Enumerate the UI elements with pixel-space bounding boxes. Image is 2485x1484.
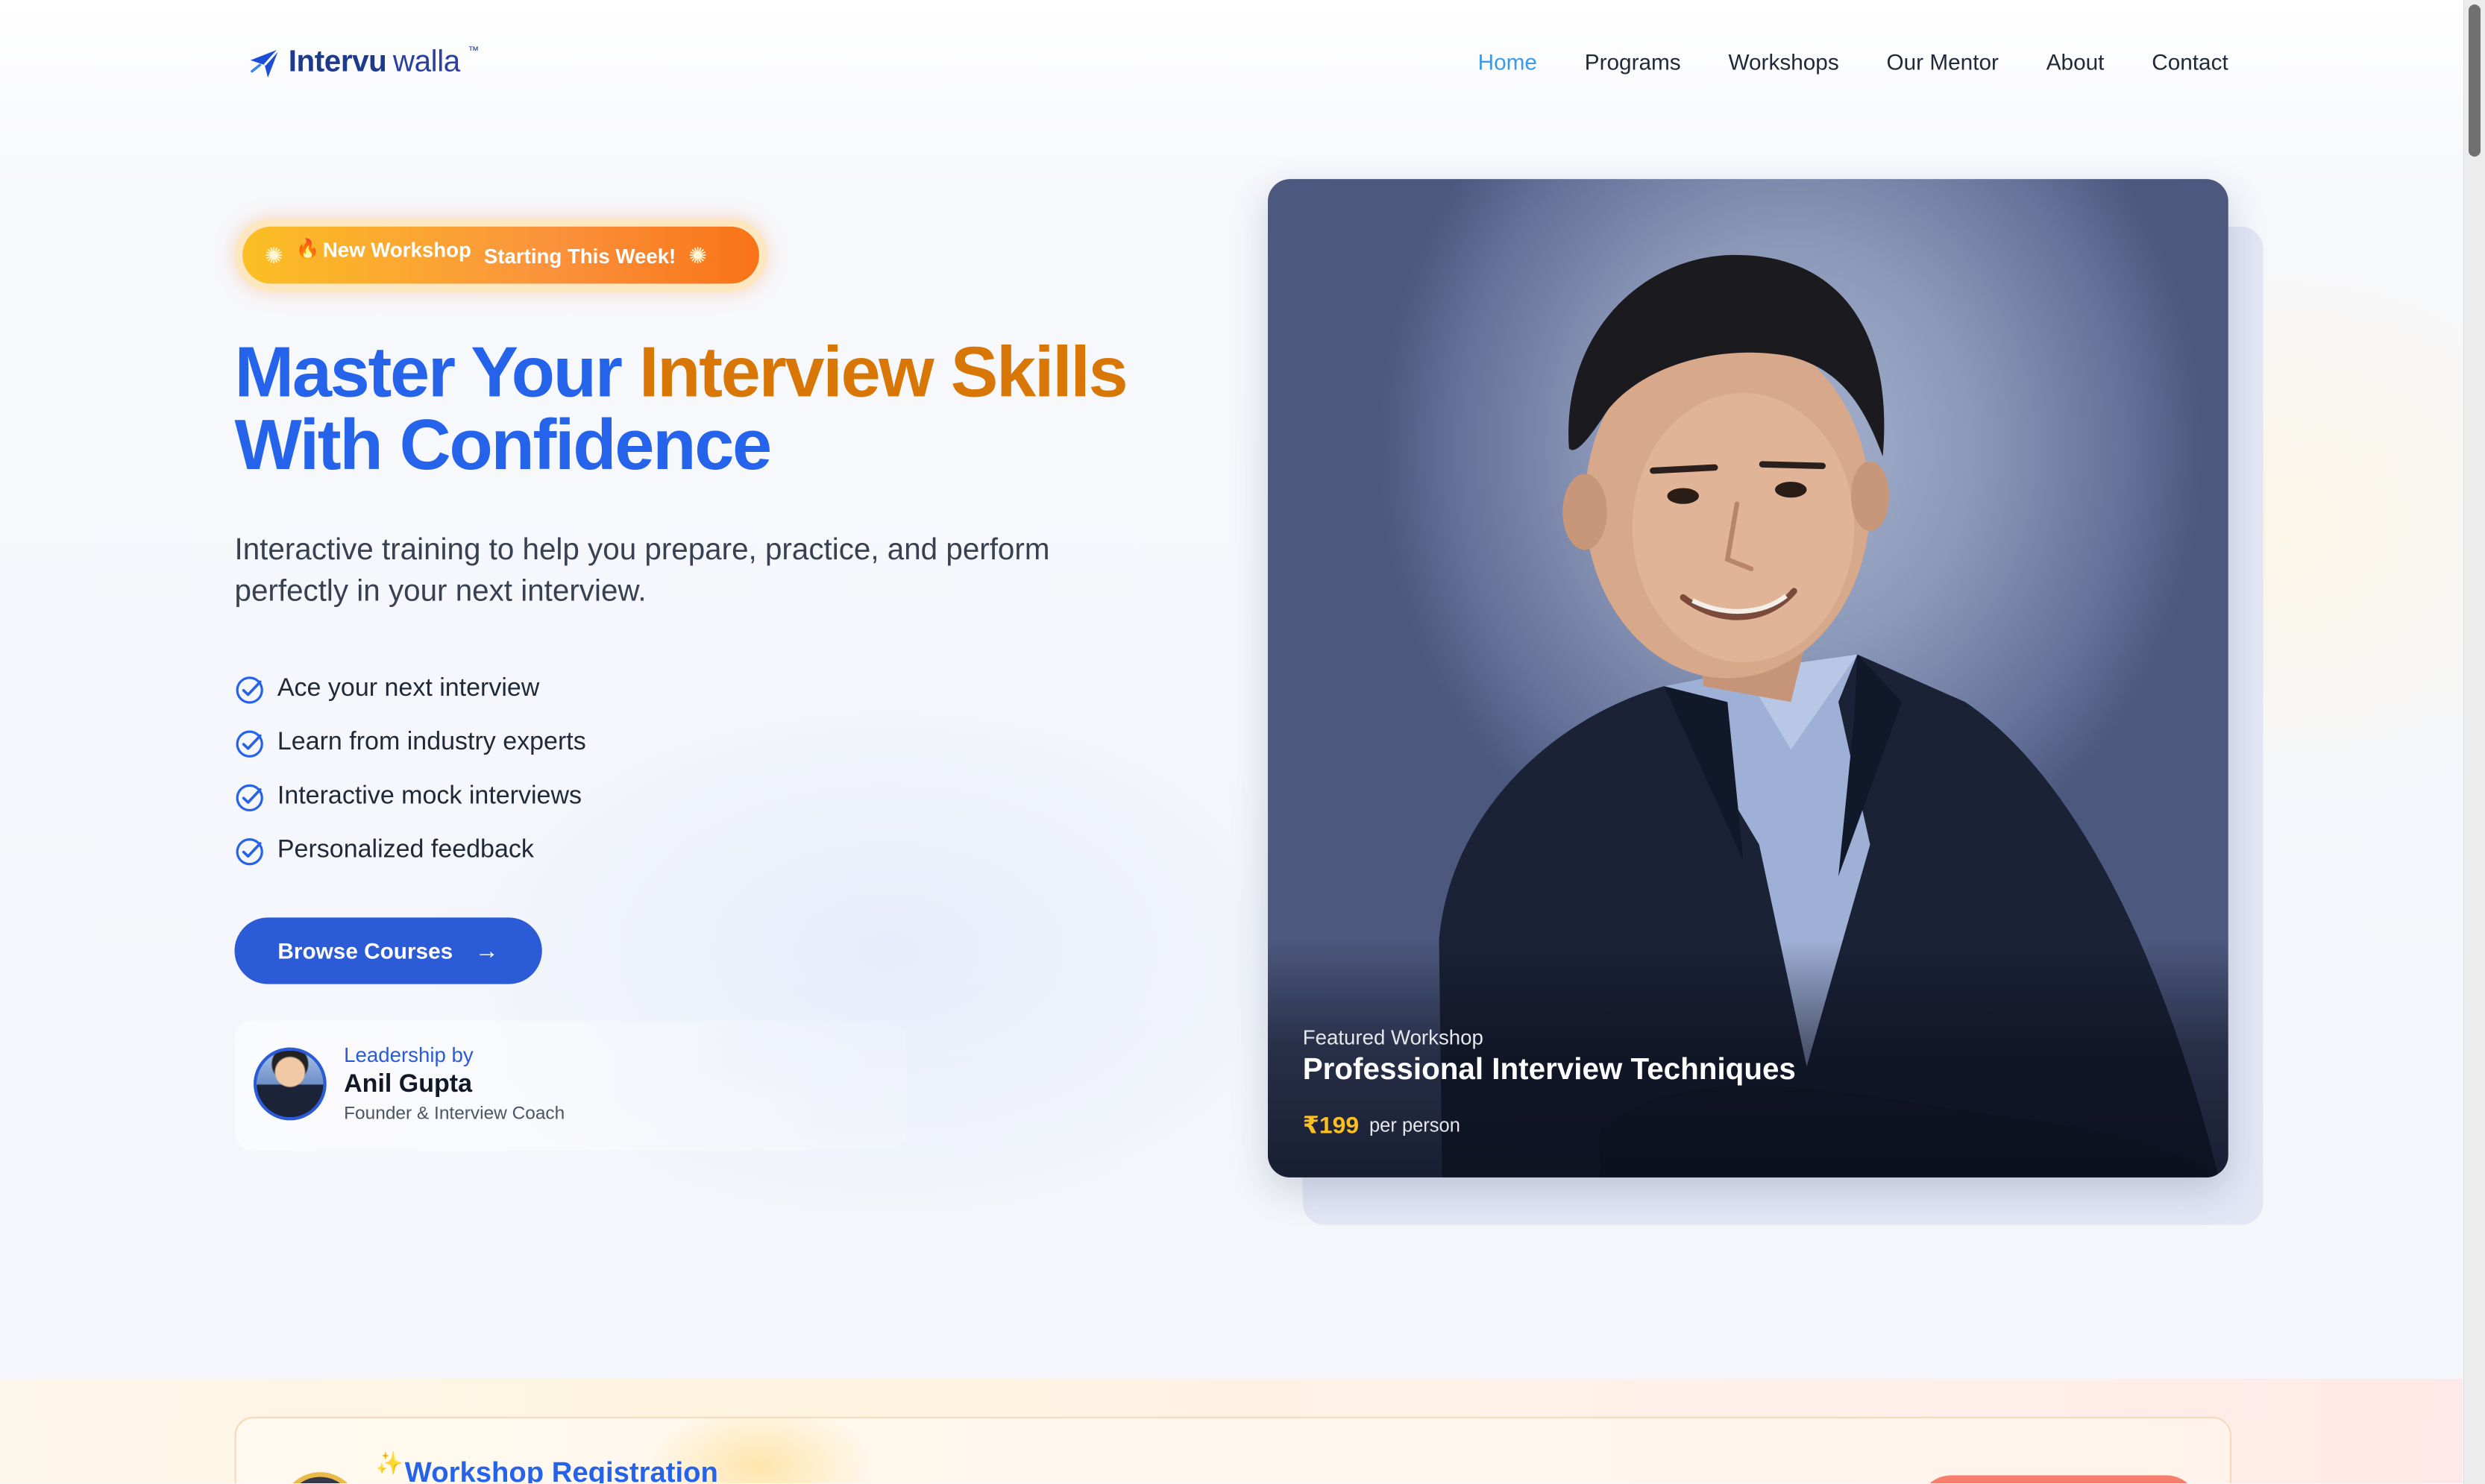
nav-about[interactable]: About [2046,49,2105,75]
leadership-card: Leadership by Anil Gupta Founder & Inter… [234,1020,907,1151]
new-workshop-badge[interactable]: ✺ 🔥 New Workshop Starting This Week! ✺ [234,218,767,292]
featured-kicker: Featured Workshop [1302,1025,1483,1049]
nav-our-mentor[interactable]: Our Mentor [1886,49,1998,75]
feature-label: Ace your next interview [277,675,540,702]
new-workshop-badge-pill: ✺ 🔥 New Workshop Starting This Week! ✺ [242,226,759,284]
register-button[interactable] [1919,1475,2199,1483]
browse-courses-label: Browse Courses [277,938,453,963]
hero-title-plain: Master Your [234,331,639,412]
top-navbar: Intervu walla ™ Home Programs Workshops Ou… [0,0,2463,130]
badge-label-new-workshop: New Workshop [322,236,471,261]
workshop-registration-title: ✨ Workshop Registration [376,1450,718,1483]
registration-avatar [280,1472,360,1483]
arrow-right-icon: → [474,937,499,965]
brand-logo[interactable]: Intervu walla ™ [248,45,479,83]
badge-label-starting: Starting This Week! [483,243,676,268]
logo-plane-icon [250,48,280,78]
check-circle-icon [236,783,263,811]
check-circle-icon [236,729,263,757]
feature-label: Interactive mock interviews [277,782,582,810]
check-circle-icon [236,676,263,703]
brand-name-light: walla [392,45,460,80]
feature-item: Learn from industry experts [235,717,586,770]
leader-name: Anil Gupta [344,1071,473,1098]
check-circle-icon [236,837,263,865]
nav-workshops[interactable]: Workshops [1728,49,1838,75]
trademark-symbol: ™ [468,45,479,57]
mentor-avatar [254,1047,327,1121]
leader-role: Founder & Interview Coach [344,1104,565,1124]
featured-workshop-card[interactable]: Featured Workshop Professional Interview… [1268,179,2228,1178]
feature-item: Ace your next interview [235,662,586,716]
feature-list: Ace your next interview Learn from indus… [235,662,586,878]
sparkle-icon: ✺ [688,242,708,268]
sparkle-icon: ✺ [264,242,283,268]
nav-contact[interactable]: Contact [2152,49,2228,75]
nav-home[interactable]: Home [1478,49,1537,75]
page: Intervu walla ™ Home Programs Workshops Ou… [0,0,2463,1483]
scrollbar-thumb[interactable] [2469,4,2481,157]
hero-title-line2: With Confidence [234,403,773,485]
hero-subtitle: Interactive training to help you prepare… [234,534,1050,609]
feature-item: Interactive mock interviews [235,770,586,824]
nav-programs[interactable]: Programs [1585,49,1681,75]
main-nav: Home Programs Workshops Our Mentor About… [1478,49,2228,75]
workshop-registration-label: Workshop Registration [404,1456,718,1483]
feature-label: Learn from industry experts [277,729,586,756]
featured-price: ₹199 [1302,1112,1360,1139]
featured-title: Professional Interview Techniques [1302,1054,1796,1087]
feature-label: Personalized feedback [277,837,534,864]
hero-title: Master Your Interview Skills With Confid… [234,335,1218,485]
featured-price-unit: per person [1369,1113,1460,1136]
browse-courses-button[interactable]: Browse Courses → [234,917,542,984]
page-scrollbar[interactable] [2463,0,2485,1484]
brand-name-bold: Intervu [288,45,387,80]
sparkle-icon: ✨ [375,1450,403,1476]
feature-item: Personalized feedback [235,824,586,878]
hero-title-highlight: Interview Skills [638,331,1128,412]
fire-icon: 🔥 [295,237,320,260]
workshop-registration-card: ✨ Workshop Registration [234,1416,2231,1483]
leadership-kicker: Leadership by [344,1043,474,1067]
